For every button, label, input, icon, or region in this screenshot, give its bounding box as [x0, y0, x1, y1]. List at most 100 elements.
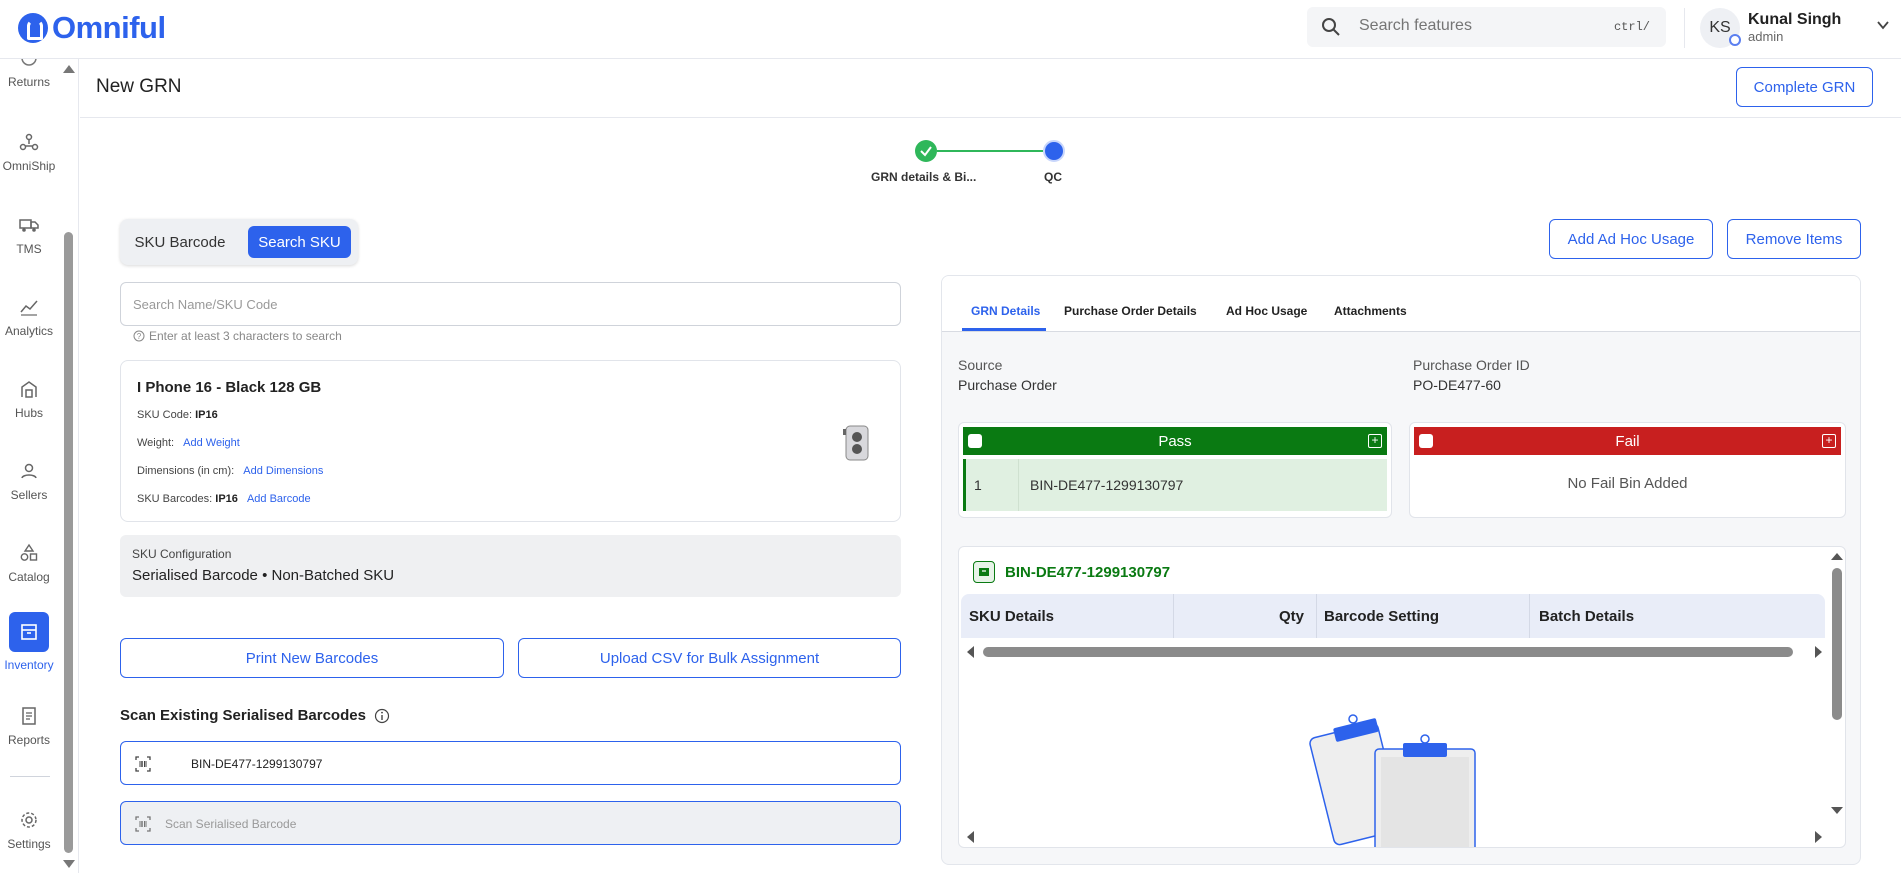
add-fail-bin-icon[interactable]: + — [1822, 434, 1836, 448]
fail-bin-box: Fail + No Fail Bin Added — [1409, 422, 1846, 518]
settings-badge-icon — [1729, 34, 1741, 46]
bin-box-icon — [973, 561, 995, 583]
bin-detail-title: BIN-DE477-1299130797 — [973, 561, 1170, 583]
tab-grn-details[interactable]: GRN Details — [971, 304, 1040, 318]
product-card: I Phone 16 - Black 128 GB SKU Code: IP16… — [120, 360, 901, 522]
tab-ad-hoc-usage[interactable]: Ad Hoc Usage — [1226, 304, 1307, 318]
user-icon — [21, 463, 37, 479]
search-sku-tab[interactable]: Search SKU — [248, 226, 351, 258]
add-adhoc-usage-button[interactable]: Add Ad Hoc Usage — [1549, 219, 1713, 259]
grn-details-panel: GRN Details Purchase Order Details Ad Ho… — [941, 275, 1861, 865]
sidebar-item-returns[interactable]: Returns — [0, 59, 58, 89]
barcodes-label: SKU Barcodes: — [137, 493, 213, 505]
add-dimensions-link[interactable]: Add Dimensions — [243, 465, 323, 477]
row-divider — [1018, 459, 1019, 511]
sidebar-item-sellers[interactable]: Sellers — [0, 460, 58, 502]
sidebar-item-reports[interactable]: Reports — [0, 705, 58, 747]
avatar-initials: KS — [1709, 19, 1731, 36]
column-barcode-setting: Barcode Setting — [1324, 608, 1440, 625]
pass-header: Pass + — [963, 427, 1387, 455]
sku-configuration: SKU Configuration Serialised Barcode • N… — [120, 535, 901, 597]
scanned-barcode-row[interactable]: BIN-DE477-1299130797 — [120, 741, 901, 785]
bin-icon — [1419, 434, 1433, 448]
sku-barcode-tab[interactable]: SKU Barcode — [128, 226, 232, 258]
returns-icon — [21, 59, 37, 66]
sidebar-scrollbar[interactable] — [64, 232, 73, 853]
sidebar-item-omniship[interactable]: OmniShip — [0, 131, 58, 173]
product-image — [843, 425, 869, 461]
feature-search[interactable]: ctrl/ — [1307, 7, 1666, 47]
sku-search-input[interactable]: Search Name/SKU Code — [120, 282, 901, 326]
scroll-down-arrow[interactable] — [1831, 807, 1843, 814]
add-pass-bin-icon[interactable]: + — [1368, 434, 1382, 448]
sidebar-divider — [10, 776, 50, 777]
step-done-icon — [915, 140, 937, 162]
vertical-scrollbar[interactable] — [1832, 568, 1842, 720]
config-value: Serialised Barcode • Non-Batched SKU — [132, 567, 395, 584]
scroll-left-arrow[interactable] — [967, 646, 974, 658]
search-input[interactable] — [1359, 17, 1579, 35]
pass-bin-row[interactable]: 1 BIN-DE477-1299130797 — [963, 459, 1387, 511]
step-label-grn-details[interactable]: GRN details & Bi... — [871, 170, 976, 184]
chevron-down-icon[interactable] — [1876, 18, 1890, 32]
user-name[interactable]: Kunal Singh — [1748, 11, 1841, 29]
tab-purchase-order-details[interactable]: Purchase Order Details — [1064, 304, 1197, 318]
column-divider — [1316, 594, 1317, 638]
sidebar-item-label: OmniShip — [2, 159, 56, 173]
avatar[interactable]: KS — [1700, 8, 1741, 48]
tab-attachments[interactable]: Attachments — [1334, 304, 1407, 318]
step-connector — [937, 150, 1043, 152]
sidebar-item-analytics[interactable]: Analytics — [0, 296, 58, 338]
sku-code-label: SKU Code: — [137, 409, 193, 421]
config-label: SKU Configuration — [132, 547, 232, 561]
user-role: admin — [1748, 29, 1784, 44]
logo-icon — [18, 13, 48, 43]
scan-barcode-input[interactable]: Scan Serialised Barcode — [120, 801, 901, 845]
step-label-qc[interactable]: QC — [1044, 170, 1062, 184]
sidebar-item-label: Sellers — [10, 488, 48, 502]
weight-label: Weight: — [137, 437, 175, 449]
barcode-value: IP16 — [215, 493, 238, 505]
omniship-icon — [19, 133, 39, 151]
sidebar-item-tms[interactable]: TMS — [0, 214, 58, 256]
sidebar-item-label: Returns — [7, 75, 51, 89]
scroll-right-arrow[interactable] — [1815, 831, 1822, 843]
barcode-scan-icon — [135, 756, 151, 772]
complete-grn-button[interactable]: Complete GRN — [1736, 67, 1873, 107]
upload-csv-button[interactable]: Upload CSV for Bulk Assignment — [518, 638, 901, 678]
print-barcodes-button[interactable]: Print New Barcodes — [120, 638, 504, 678]
sidebar-item-label: Catalog — [8, 570, 50, 584]
fail-title: Fail — [1615, 432, 1640, 450]
add-barcode-link[interactable]: Add Barcode — [247, 493, 311, 505]
add-weight-link[interactable]: Add Weight — [183, 437, 240, 449]
scroll-down-arrow[interactable] — [63, 860, 75, 868]
logo-text: Omniful — [52, 10, 166, 45]
sidebar-item-label: Analytics — [4, 324, 54, 338]
logo[interactable]: Omniful — [18, 10, 166, 46]
scan-placeholder: Scan Serialised Barcode — [165, 817, 297, 831]
sidebar-item-settings[interactable]: Settings — [0, 809, 58, 851]
bin-detail-code: BIN-DE477-1299130797 — [1005, 563, 1171, 581]
search-shortcut: ctrl/ — [1613, 20, 1650, 34]
sidebar-item-hubs[interactable]: Hubs — [0, 378, 58, 420]
sidebar-item-inventory[interactable]: Inventory — [0, 612, 58, 672]
sidebar-item-catalog[interactable]: Catalog — [0, 542, 58, 584]
pass-title: Pass — [1158, 432, 1192, 450]
help-icon: ? — [133, 330, 145, 342]
step-current-icon — [1043, 140, 1065, 162]
scroll-right-arrow[interactable] — [1815, 646, 1822, 658]
page-header: New GRN Complete GRN — [80, 59, 1901, 118]
remove-items-button[interactable]: Remove Items — [1727, 219, 1861, 259]
sidebar-item-label: Reports — [7, 733, 51, 747]
scroll-up-arrow[interactable] — [63, 65, 75, 73]
scroll-left-arrow[interactable] — [967, 831, 974, 843]
column-divider — [1529, 594, 1530, 638]
info-icon[interactable] — [374, 708, 390, 724]
scroll-up-arrow[interactable] — [1831, 553, 1843, 560]
empty-state-clipboard-icon — [1309, 714, 1476, 847]
sidebar-item-label: TMS — [16, 242, 42, 256]
catalog-icon — [20, 543, 38, 561]
bin-detail-card: BIN-DE477-1299130797 SKU Details Qty Bar… — [958, 546, 1846, 848]
column-batch-details: Batch Details — [1539, 608, 1635, 625]
horizontal-scrollbar[interactable] — [983, 647, 1793, 657]
